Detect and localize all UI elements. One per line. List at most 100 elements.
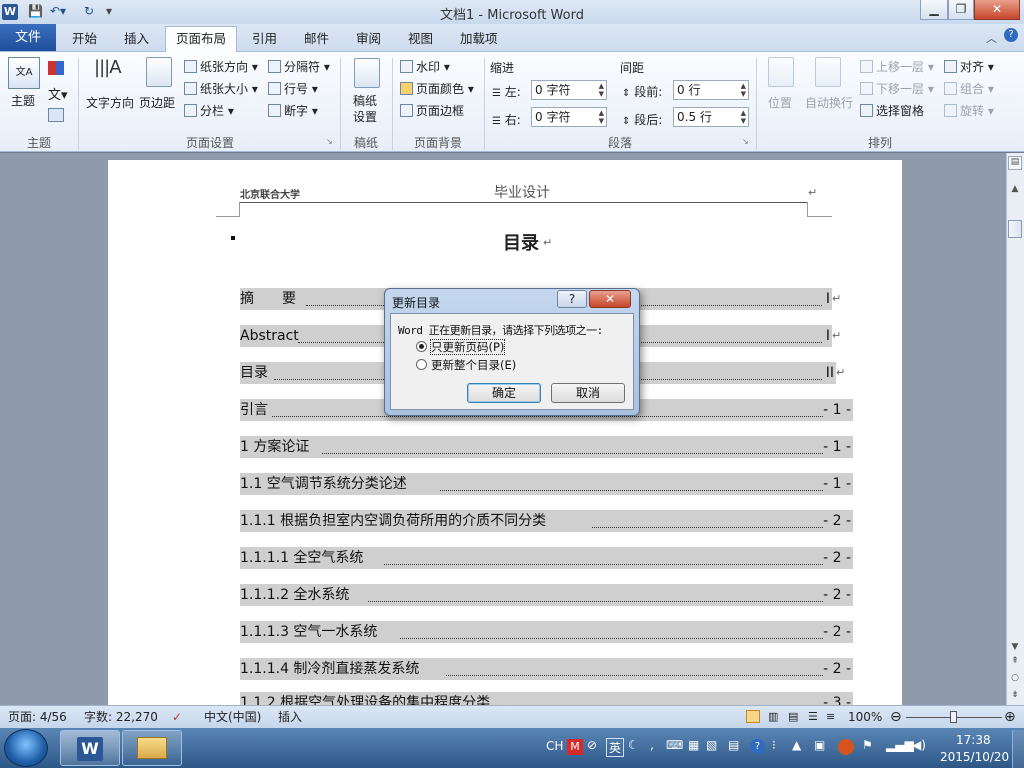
tab-references[interactable]: 引用	[252, 29, 277, 51]
position-button[interactable]: 位置	[768, 94, 792, 111]
orientation-button[interactable]: 纸张方向 ▾	[184, 58, 258, 75]
network-signal-icon[interactable]: ▂▄▆	[886, 738, 914, 752]
tab-page-layout[interactable]: 页面布局	[165, 26, 238, 52]
proofing-icon[interactable]: ✓	[172, 706, 182, 728]
ime-skin-icon[interactable]: ▦	[688, 738, 699, 752]
align-button[interactable]: 对齐 ▾	[944, 58, 994, 75]
word-count[interactable]: 字数: 22,270	[84, 706, 158, 728]
taskbar-explorer-button[interactable]	[122, 730, 182, 766]
close-button[interactable]: ✕	[974, 0, 1020, 20]
ime-mode-indicator[interactable]: 英	[606, 738, 625, 757]
line-numbers-button[interactable]: 行号 ▾	[268, 80, 318, 97]
bring-forward-button[interactable]: 上移一层 ▾	[860, 58, 934, 75]
volume-icon[interactable]: ◀)	[912, 738, 926, 752]
action-center-icon[interactable]: ⚑	[862, 738, 873, 752]
toc-entry[interactable]: 1.1.2 根据空气处理设备的集中程度分类 - 3 -	[240, 692, 853, 705]
language-bar-indicator[interactable]: CH	[546, 739, 563, 753]
full-screen-reading-icon[interactable]: ▥	[768, 706, 778, 728]
group-objects-button[interactable]: 组合 ▾	[944, 80, 994, 97]
rotate-button[interactable]: 旋转 ▾	[944, 102, 994, 119]
help-icon[interactable]: ?	[1004, 28, 1018, 42]
margins-icon[interactable]	[146, 57, 172, 87]
taskbar-word-button[interactable]: W	[60, 730, 120, 766]
spinner-arrows-icon[interactable]: ▲ ▼	[599, 82, 604, 98]
clock-time[interactable]: 17:38	[956, 733, 991, 747]
themes-icon[interactable]: 文A	[8, 57, 40, 89]
option-update-entire-table[interactable]: 更新整个目录(E)	[416, 357, 516, 373]
option-update-page-numbers[interactable]: 只更新页码(P)	[416, 339, 506, 355]
hyphenation-button[interactable]: 断字 ▾	[268, 102, 318, 119]
ime-punct-icon[interactable]: ‚	[650, 738, 654, 752]
toc-entry[interactable]: 1.1 空气调节系统分类论述 - 1 -	[240, 473, 853, 495]
spinner-arrows-icon[interactable]: ▲ ▼	[599, 109, 604, 125]
draft-paper-icon[interactable]	[354, 58, 380, 88]
spacing-after-input[interactable]: 0.5 行 ▲ ▼	[673, 107, 749, 127]
ime-settings-icon[interactable]: ⊘	[587, 738, 597, 752]
previous-page-icon[interactable]: ⇞	[1008, 656, 1022, 666]
spacing-before-input[interactable]: 0 行 ▲ ▼	[673, 80, 749, 100]
zoom-level[interactable]: 100%	[848, 706, 882, 728]
toc-entry[interactable]: 1.1.1.3 空气一水系统 - 2 -	[240, 621, 853, 643]
toc-entry[interactable]: 1.1.1.4 制冷剂直接蒸发系统 - 2 -	[240, 658, 853, 680]
print-layout-icon[interactable]	[746, 710, 760, 723]
scroll-up-icon[interactable]: ▲	[1008, 184, 1022, 194]
ime-help-icon[interactable]: ?	[750, 739, 765, 754]
scroll-thumb[interactable]	[1008, 220, 1022, 238]
radio-unselected-icon[interactable]	[416, 359, 427, 370]
ime-options-icon[interactable]: ⁝	[772, 738, 776, 752]
web-layout-icon[interactable]: ▤	[788, 706, 798, 728]
tab-addins[interactable]: 加载项	[460, 29, 498, 51]
ruler-toggle-icon[interactable]: ▤	[1008, 156, 1022, 170]
dialog-help-button[interactable]: ?	[557, 290, 587, 308]
tab-file[interactable]: 文件	[0, 24, 56, 51]
minimize-button[interactable]: ▁	[920, 0, 948, 20]
page-borders-button[interactable]: 页面边框	[400, 102, 464, 119]
draft-icon[interactable]: ≡	[826, 706, 835, 728]
ime-menu-icon[interactable]: ▤	[728, 738, 739, 752]
cancel-button[interactable]: 取消	[551, 383, 625, 403]
selection-pane-button[interactable]: 选择窗格	[860, 102, 924, 119]
dialog-close-button[interactable]: ✕	[589, 290, 631, 308]
wrap-text-button[interactable]: 自动换行	[805, 94, 853, 111]
outline-icon[interactable]: ☰	[808, 706, 818, 728]
page-color-button[interactable]: 页面颜色 ▾	[400, 80, 474, 97]
margins-button[interactable]: 页边距	[139, 94, 175, 111]
tab-review[interactable]: 审阅	[356, 29, 381, 51]
clock-date[interactable]: 2015/10/20	[940, 750, 1009, 764]
tab-insert[interactable]: 插入	[124, 29, 149, 51]
restore-button[interactable]: ❐	[948, 0, 974, 20]
ime-moon-icon[interactable]: ☾	[628, 738, 639, 752]
radio-selected-icon[interactable]	[416, 341, 427, 352]
show-desktop-button[interactable]	[1012, 730, 1024, 768]
text-direction-icon[interactable]: |||A	[94, 57, 121, 78]
theme-fonts-icon[interactable]: 文▾	[48, 84, 68, 103]
spinner-arrows-icon[interactable]: ▲ ▼	[741, 82, 746, 98]
insert-mode[interactable]: 插入	[278, 706, 302, 728]
send-backward-button[interactable]: 下移一层 ▾	[860, 80, 934, 97]
ok-button[interactable]: 确定	[467, 383, 541, 403]
size-button[interactable]: 纸张大小 ▾	[184, 80, 258, 97]
watermark-button[interactable]: 水印 ▾	[400, 58, 450, 75]
paragraph-launcher-icon[interactable]: ↘	[742, 137, 749, 146]
zoom-slider-thumb[interactable]	[950, 711, 957, 723]
position-icon[interactable]	[768, 57, 794, 87]
zoom-out-icon[interactable]: ⊖	[890, 706, 902, 728]
security-app-icon[interactable]	[838, 739, 854, 755]
spinner-arrows-icon[interactable]: ▲ ▼	[741, 109, 746, 125]
indent-left-input[interactable]: 0 字符 ▲ ▼	[531, 80, 607, 100]
theme-colors-icon[interactable]	[48, 61, 64, 75]
ime-tools-icon[interactable]: ▧	[706, 738, 717, 752]
show-hidden-icons-icon[interactable]: ▲	[792, 738, 801, 752]
themes-button[interactable]: 主题	[11, 92, 35, 109]
page-setup-launcher-icon[interactable]: ↘	[326, 137, 333, 146]
language-indicator[interactable]: 中文(中国)	[204, 706, 261, 728]
text-direction-button[interactable]: 文字方向	[86, 94, 134, 111]
zoom-in-icon[interactable]: ⊕	[1004, 706, 1016, 728]
tab-mailings[interactable]: 邮件	[304, 29, 329, 51]
next-page-icon[interactable]: ⇟	[1008, 690, 1022, 700]
breaks-button[interactable]: 分隔符 ▾	[268, 58, 330, 75]
tab-view[interactable]: 视图	[408, 29, 433, 51]
toc-entry[interactable]: 1.1.1 根据负担室内空调负荷所用的介质不同分类 - 2 -	[240, 510, 853, 532]
theme-effects-icon[interactable]	[48, 108, 64, 122]
toc-entry[interactable]: 1 方案论证 - 1 -	[240, 436, 853, 458]
